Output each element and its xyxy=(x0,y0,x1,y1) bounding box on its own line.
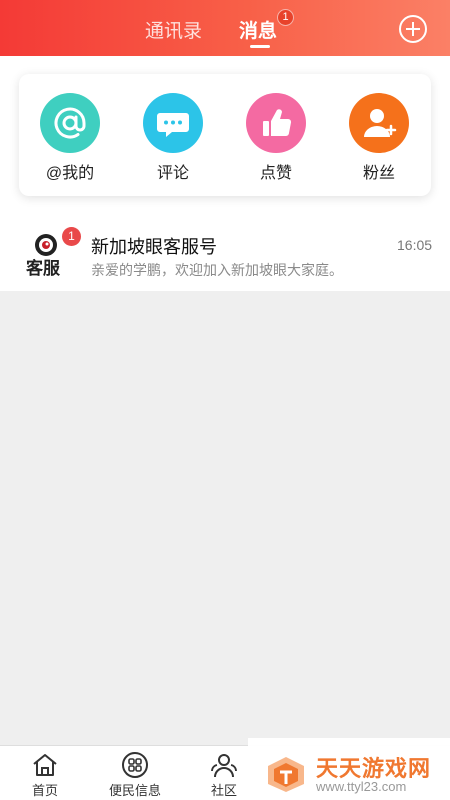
add-follower-icon xyxy=(349,93,409,153)
tab-contacts[interactable]: 通讯录 xyxy=(145,16,202,43)
action-comments-label: 评论 xyxy=(156,165,189,182)
community-icon xyxy=(209,751,239,779)
at-icon xyxy=(40,93,100,153)
message-list-item[interactable]: 客服 1 新加坡眼客服号 亲爱的学鹏，欢迎加入新加坡眼大家庭。 16:05 xyxy=(0,219,450,291)
watermark: 天天游戏网 www.ttyl23.com xyxy=(248,738,450,800)
message-unread-badge: 1 xyxy=(62,227,81,246)
avatar-text: 客服 xyxy=(25,258,61,277)
message-time: 16:05 xyxy=(397,237,433,253)
nav-services-label: 便民信息 xyxy=(108,783,161,798)
messages-unread-badge: 1 xyxy=(277,9,294,26)
plus-circle-icon[interactable] xyxy=(399,15,427,43)
grid-icon xyxy=(120,751,150,779)
action-likes-label: 点赞 xyxy=(259,165,292,182)
watermark-logo-icon xyxy=(264,754,308,794)
message-preview: 亲爱的学鹏，欢迎加入新加坡眼大家庭。 xyxy=(91,262,343,278)
comment-bubble-icon xyxy=(143,93,203,153)
nav-home[interactable]: 首页 xyxy=(10,751,80,799)
message-actions-card: @我的 评论 点赞 粉丝 xyxy=(19,74,431,196)
action-comments[interactable]: 评论 xyxy=(133,93,213,183)
action-followers[interactable]: 粉丝 xyxy=(339,93,419,183)
action-likes[interactable]: 点赞 xyxy=(236,93,316,183)
home-icon xyxy=(30,751,60,779)
action-mentions-label: @我的 xyxy=(45,165,95,182)
active-tab-indicator xyxy=(250,45,270,48)
nav-home-label: 首页 xyxy=(31,783,58,798)
action-mentions[interactable]: @我的 xyxy=(30,93,110,183)
thumbs-up-icon xyxy=(246,93,306,153)
action-followers-label: 粉丝 xyxy=(362,165,395,182)
message-title: 新加坡眼客服号 xyxy=(91,237,217,257)
tab-messages[interactable]: 消息 xyxy=(239,16,277,43)
header-bar: 通讯录 消息 1 xyxy=(0,0,450,56)
watermark-url: www.ttyl23.com xyxy=(316,779,407,794)
nav-services[interactable]: 便民信息 xyxy=(100,751,170,799)
